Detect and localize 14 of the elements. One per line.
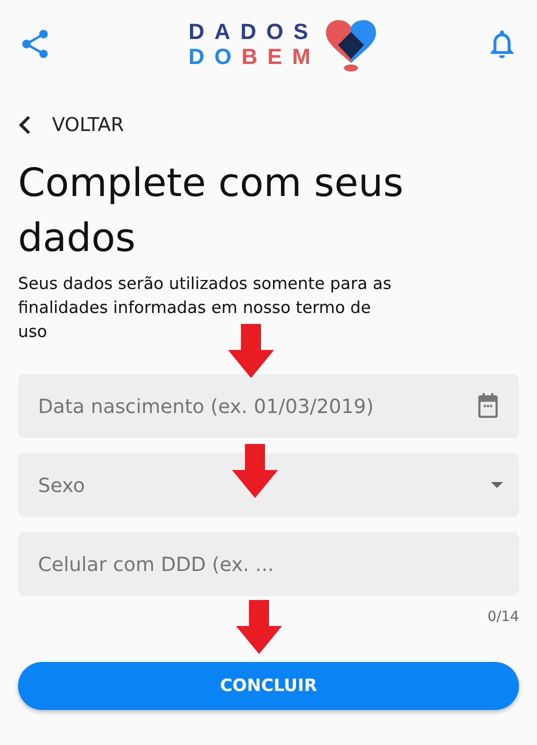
- down-arrow-icon: [228, 324, 274, 378]
- page-title: Complete com seus dados: [18, 160, 404, 263]
- character-counter: 0/14: [488, 609, 519, 625]
- select-field[interactable]: Sexo: [18, 453, 519, 517]
- down-arrow-icon: [232, 444, 278, 498]
- subtitle-text: Seus dados serão utilizados somente para as finalidades informadas em nosso termo de uso: [18, 273, 392, 343]
- date-field[interactable]: Data nascimento (ex. 01/03/2019): [18, 374, 519, 438]
- submit-button[interactable]: CONCLUIR: [18, 662, 519, 710]
- logo-text: DADOS DO BEM: [188, 19, 320, 69]
- dropdown-caret-icon: [491, 482, 503, 488]
- down-arrow-icon: [236, 600, 282, 654]
- chevron-left-icon: [18, 115, 32, 135]
- back-button[interactable]: VOLTAR: [18, 114, 124, 136]
- phone-field[interactable]: Celular com DDD (ex. ...: [18, 532, 519, 596]
